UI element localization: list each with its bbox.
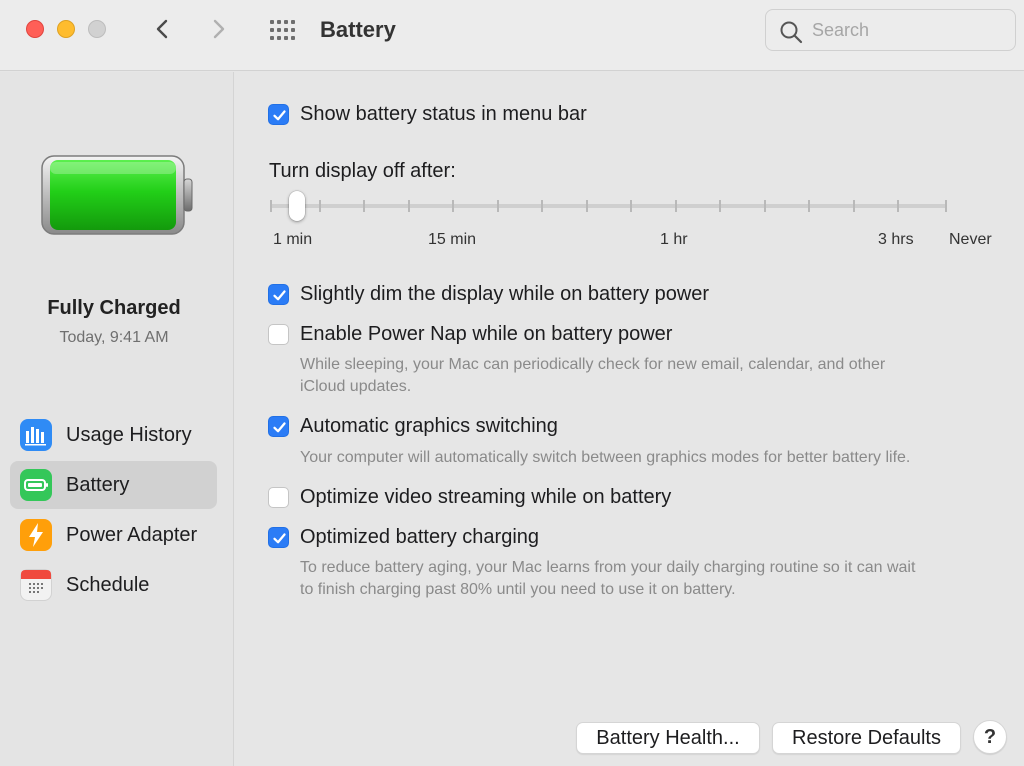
- power-nap-checkbox[interactable]: [268, 324, 289, 345]
- slider-tick-label: Never: [949, 231, 992, 248]
- sidebar-item-schedule[interactable]: Schedule: [10, 561, 217, 609]
- optimized-charging-description: To reduce battery aging, your Mac learns…: [300, 559, 916, 576]
- sidebar-item-label: Battery: [66, 474, 130, 496]
- slider-tick: [808, 200, 810, 212]
- usage-history-icon: [20, 419, 52, 451]
- slider-tick: [586, 200, 588, 212]
- slider-tick: [363, 200, 365, 212]
- slider-tick-label: 3 hrs: [878, 231, 914, 248]
- checkmark-icon: [273, 533, 286, 544]
- display-off-slider-track[interactable]: [270, 204, 947, 208]
- title-bar: Battery: [0, 0, 1024, 71]
- slider-tick: [408, 200, 410, 212]
- power-nap-description: iCloud updates.: [300, 378, 412, 395]
- display-off-slider-thumb[interactable]: [289, 191, 305, 221]
- sidebar-item-battery[interactable]: Battery: [10, 461, 217, 509]
- slider-tick: [764, 200, 766, 212]
- battery-settings-panel: Show battery status in menu bar Turn dis…: [235, 72, 1024, 766]
- sidebar-item-usage-history[interactable]: Usage History: [10, 411, 217, 459]
- power-adapter-icon: [20, 519, 52, 551]
- optimized-charging-label: Optimized battery charging: [300, 526, 540, 548]
- power-nap-label: Enable Power Nap while on battery power: [300, 323, 673, 345]
- show-battery-status-checkbox[interactable]: [268, 104, 289, 125]
- close-window-button[interactable]: [26, 20, 44, 38]
- auto-graphics-description: Your computer will automatically switch …: [300, 449, 911, 466]
- optimized-charging-checkbox[interactable]: [268, 527, 289, 548]
- checkmark-icon: [273, 290, 286, 301]
- back-button[interactable]: [148, 14, 176, 44]
- slider-tick: [853, 200, 855, 212]
- video-streaming-label: Optimize video streaming while on batter…: [300, 486, 672, 508]
- help-button[interactable]: ?: [973, 720, 1007, 754]
- auto-graphics-checkbox[interactable]: [268, 416, 289, 437]
- slider-tick: [897, 200, 899, 212]
- checkmark-icon: [273, 422, 286, 433]
- sidebar-item-power-adapter[interactable]: Power Adapter: [10, 511, 217, 559]
- battery-full-icon: [41, 155, 193, 235]
- battery-health-button[interactable]: Battery Health...: [576, 722, 760, 754]
- battery-status-time: Today, 9:41 AM: [59, 329, 169, 346]
- show-battery-status-label: Show battery status in menu bar: [300, 103, 587, 125]
- checkmark-icon: [273, 110, 286, 121]
- slider-tick: [452, 200, 454, 212]
- slider-tick: [270, 200, 272, 212]
- slider-tick-label: 15 min: [428, 231, 477, 248]
- sidebar: Fully Charged Today, 9:41 AM Usage Histo…: [0, 72, 234, 766]
- battery-icon: [20, 469, 52, 501]
- forward-button[interactable]: [205, 14, 233, 44]
- chevron-left-icon: [156, 19, 168, 39]
- display-off-label: Turn display off after:: [269, 160, 456, 182]
- show-all-grid-icon[interactable]: [268, 18, 300, 42]
- sidebar-item-label: Usage History: [66, 424, 192, 446]
- auto-graphics-label: Automatic graphics switching: [300, 415, 558, 437]
- slider-tick-label: 1 hr: [660, 231, 688, 248]
- window-title: Battery: [320, 17, 396, 42]
- battery-status-title: Fully Charged: [47, 297, 181, 319]
- schedule-icon: [20, 569, 52, 601]
- slider-tick: [319, 200, 321, 212]
- slider-tick: [719, 200, 721, 212]
- dim-display-label: Slightly dim the display while on batter…: [300, 283, 710, 305]
- dim-display-checkbox[interactable]: [268, 284, 289, 305]
- chevron-right-icon: [213, 19, 225, 39]
- sidebar-item-label: Power Adapter: [66, 524, 198, 546]
- restore-defaults-button[interactable]: Restore Defaults: [772, 722, 961, 754]
- slider-tick: [497, 200, 499, 212]
- sidebar-item-label: Schedule: [66, 574, 150, 596]
- slider-tick: [541, 200, 543, 212]
- zoom-window-button[interactable]: [88, 20, 106, 38]
- search-icon: [780, 21, 803, 44]
- search-input[interactable]: [812, 18, 1007, 42]
- minimize-window-button[interactable]: [57, 20, 75, 38]
- slider-tick: [675, 200, 677, 212]
- search-field[interactable]: [765, 9, 1016, 51]
- slider-tick: [630, 200, 632, 212]
- optimized-charging-description: to finish charging past 80% until you ne…: [300, 581, 736, 598]
- video-streaming-checkbox[interactable]: [268, 487, 289, 508]
- power-nap-description: While sleeping, your Mac can periodicall…: [300, 356, 886, 373]
- slider-tick-label: 1 min: [273, 231, 313, 248]
- slider-tick: [945, 200, 947, 212]
